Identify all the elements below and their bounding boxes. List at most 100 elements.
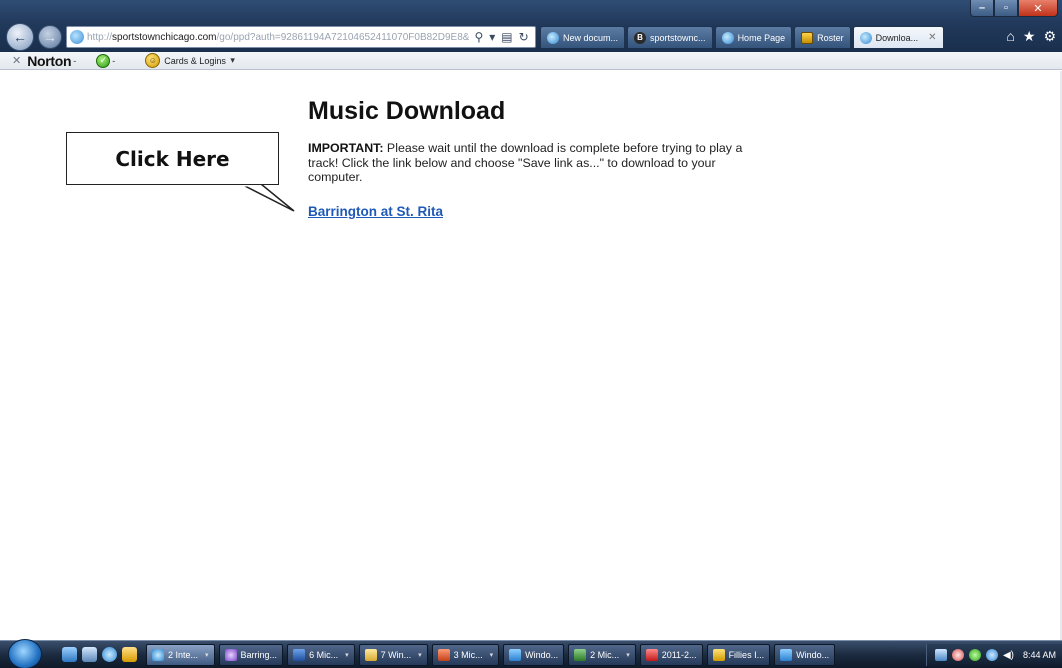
dropdown-icon[interactable]: ▾ (489, 30, 495, 44)
tab-roster[interactable]: Roster (794, 26, 851, 48)
url-host: sportstownchicago.com (112, 31, 217, 43)
show-desktop-icon[interactable] (62, 647, 77, 662)
taskbar-item[interactable]: 7 Win... ▾ (358, 644, 428, 666)
page-content: Music Download IMPORTANT: Please wait un… (0, 71, 1062, 640)
xl-icon (574, 649, 587, 661)
ie-icon (859, 31, 872, 44)
tab-home-page[interactable]: Home Page (714, 26, 793, 48)
norton-toolbar: ✕ Norton - ✓ - ☺ Cards & Logins ▾ (0, 52, 1062, 70)
norton-tray-icon[interactable] (968, 649, 981, 661)
download-link[interactable]: Barrington at St. Rita (308, 204, 443, 219)
safe-check-icon[interactable]: ✓ (96, 53, 111, 68)
back-arrow-icon: ← (13, 29, 27, 45)
taskbar-item[interactable]: 2011-2... (639, 644, 703, 666)
group-arrow-icon: ▾ (345, 652, 349, 659)
tab-download[interactable]: Downloa... ✕ (852, 26, 944, 48)
taskbar-item-label: 2 Inte... (168, 650, 199, 660)
win-icon (509, 649, 522, 661)
taskbar-item-label: 3 Mic... (453, 650, 483, 660)
fav-icon (712, 649, 725, 661)
favorites-icon[interactable]: ★ (1023, 28, 1036, 45)
updates-icon[interactable] (985, 649, 998, 661)
ie-launch-icon[interactable] (102, 647, 117, 662)
taskbar-item-label: 6 Mic... (309, 650, 339, 660)
browser-titlebar: – ▫ ✕ ← → http:// sportstownchicago.com … (0, 0, 1062, 52)
win-icon (780, 649, 793, 661)
url-path: /go/ppd?auth=92861194A72104652411070F0B8… (216, 31, 470, 43)
clock[interactable]: 8:44 AM (1023, 650, 1056, 660)
safe-check-dropdown[interactable]: - (112, 56, 115, 66)
taskbar-item[interactable]: Windo... (503, 644, 565, 666)
norton-brand[interactable]: Norton (27, 53, 71, 69)
quick-launch (62, 647, 137, 662)
ie-page-icon (70, 30, 84, 44)
taskbar-item[interactable]: Barring... (218, 644, 284, 666)
b-icon: B (634, 31, 647, 44)
forward-arrow-icon: → (43, 29, 57, 45)
word-icon (293, 649, 306, 661)
norton-dropdown[interactable]: - (73, 56, 76, 66)
maximize-button[interactable]: ▫ (994, 0, 1018, 17)
click-here-callout: Click Here (66, 132, 279, 185)
download-notice: IMPORTANT: Please wait until the downloa… (308, 141, 770, 185)
search-icon[interactable]: ⚲ (474, 30, 483, 44)
taskbar-item[interactable]: 6 Mic... ▾ (287, 644, 355, 666)
compat-icon[interactable]: ▤ (501, 30, 512, 44)
refresh-icon[interactable]: ↻ (519, 30, 529, 44)
cards-logins-dropdown-icon[interactable]: ▾ (228, 55, 235, 66)
url-scheme: http:// (87, 31, 113, 43)
pdf-icon (645, 649, 658, 661)
taskbar-item[interactable]: Fillies I... (706, 644, 771, 666)
network-icon[interactable] (934, 649, 947, 661)
ie-icon (547, 31, 559, 44)
taskbar-item[interactable]: 2 Mic... ▾ (568, 644, 636, 666)
media-icon (224, 649, 237, 661)
group-arrow-icon: ▾ (205, 652, 209, 659)
tab-label: sportstownc... (650, 32, 706, 43)
close-window-button[interactable]: ✕ (1018, 0, 1058, 17)
home-icon[interactable]: ⌂ (1006, 28, 1014, 45)
folder-icon (364, 649, 377, 661)
taskbar-item-label: 2011-2... (661, 650, 697, 660)
start-button[interactable] (8, 639, 42, 668)
taskbar-item-label: 7 Win... (380, 650, 412, 660)
ie-icon (152, 649, 164, 661)
back-button[interactable]: ← (6, 23, 34, 51)
windows-taskbar: 2 Inte... ▾ Barring... 6 Mic... ▾ 7 Win... ▾ 3 … (0, 639, 1062, 668)
tab-sportstown[interactable]: B sportstownc... (627, 26, 713, 48)
tab-new-document[interactable]: New docum... (540, 26, 626, 48)
taskbar-item-label: Fillies I... (728, 650, 765, 660)
taskbar-item-label: Barring... (240, 650, 278, 660)
tab-close-icon[interactable]: ✕ (928, 32, 936, 43)
address-tools: ⚲ ▾ ▤ ↻ ✕ (469, 30, 536, 44)
switch-windows-icon[interactable] (82, 647, 97, 662)
group-arrow-icon: ▾ (626, 652, 630, 659)
taskbar-item-label: 2 Mic... (590, 650, 620, 660)
media-launch-icon[interactable] (122, 647, 137, 662)
settings-icon[interactable]: ⚙ (1043, 28, 1056, 45)
forward-button[interactable]: → (38, 25, 62, 49)
tab-label: New docum... (563, 32, 619, 43)
tab-label: Home Page (737, 32, 786, 43)
page-title: Music Download (308, 97, 506, 125)
stop-icon[interactable]: ✕ (535, 30, 536, 44)
taskbar-items: 2 Inte... ▾ Barring... 6 Mic... ▾ 7 Win... ▾ 3 … (146, 644, 836, 666)
address-bar[interactable]: http:// sportstownchicago.com /go/ppd?au… (66, 26, 536, 48)
window-caption-buttons: – ▫ ✕ (970, 0, 1058, 18)
group-arrow-icon: ▾ (418, 652, 422, 659)
ie-icon (721, 31, 734, 44)
taskbar-item[interactable]: 2 Inte... ▾ (146, 644, 215, 666)
minimize-button[interactable]: – (970, 0, 994, 17)
taskbar-item[interactable]: Windo... (774, 644, 836, 666)
volume-icon[interactable]: ◀) (1003, 650, 1014, 661)
cards-logins-icon: ☺ (145, 53, 161, 68)
tab-strip: New docum... B sportstownc... Home Page … (540, 26, 944, 48)
cards-logins-button[interactable]: Cards & Logins (164, 56, 226, 66)
tab-label: Downloa... (875, 32, 919, 43)
close-toolbar-icon[interactable]: ✕ (12, 54, 21, 67)
notice-label: IMPORTANT: (308, 141, 384, 155)
roster-icon (801, 31, 814, 44)
security-icon[interactable] (951, 649, 964, 661)
taskbar-item[interactable]: 3 Mic... ▾ (431, 644, 500, 666)
taskbar-item-label: Windo... (525, 650, 559, 660)
